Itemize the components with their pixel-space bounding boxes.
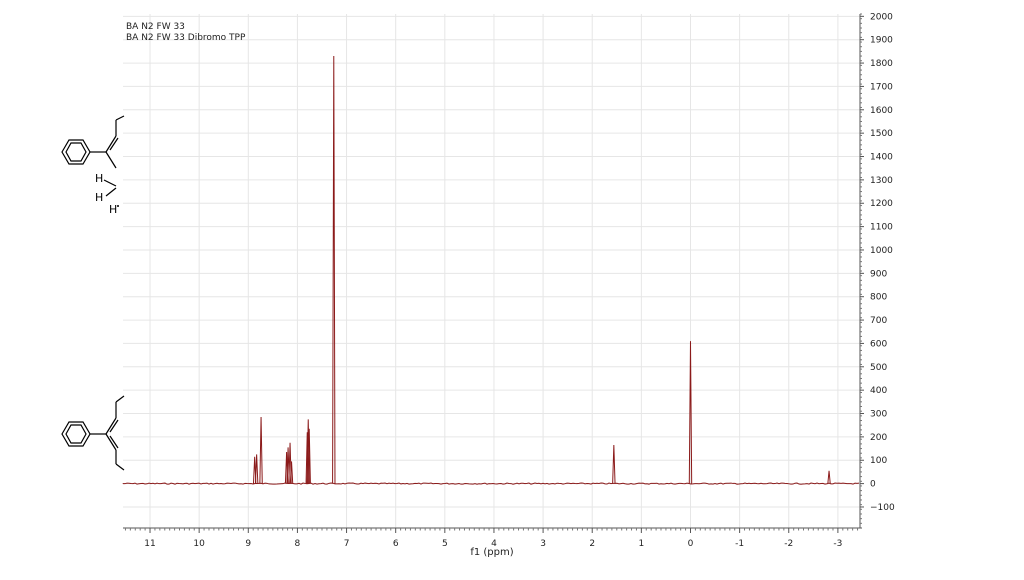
- y-tick-label-16: 1500: [870, 129, 893, 139]
- y-tick-label-6: 500: [870, 363, 887, 373]
- hydrogen-label-3: H: [109, 203, 117, 216]
- y-tick-label-0: −100: [870, 503, 895, 513]
- x-tick-label-12: -1: [735, 539, 744, 549]
- x-tick-label-11: 0: [688, 539, 694, 549]
- axes: [123, 14, 862, 529]
- molecule-structure-bottom: [61, 395, 125, 471]
- y-tick-label-15: 1400: [870, 153, 893, 163]
- radical-dot-icon: [117, 205, 119, 207]
- y-tick-label-20: 1900: [870, 36, 893, 46]
- y-tick-label-9: 800: [870, 293, 887, 303]
- y-tick-label-14: 1300: [870, 176, 893, 186]
- y-tick-label-3: 200: [870, 433, 887, 443]
- peak-11: [612, 445, 616, 484]
- y-tick-label-4: 300: [870, 410, 887, 420]
- y-tick-label-5: 400: [870, 386, 887, 396]
- x-tick-label-2: 9: [245, 539, 251, 549]
- x-tick-label-1: 10: [193, 539, 205, 549]
- peak-2: [259, 417, 263, 484]
- peak-10: [332, 56, 336, 484]
- x-tick-label-4: 7: [344, 539, 350, 549]
- y-axis-ticks: −100 0 100 200 300 400 500 600 700 800 900 1000 1100…: [860, 12, 895, 524]
- x-tick-label-3: 8: [295, 539, 301, 549]
- x-axis-label: f1 (ppm): [470, 547, 513, 558]
- y-tick-label-18: 1700: [870, 82, 893, 92]
- experiment-subtitle: BA N2 FW 33 Dibromo TPP: [126, 33, 246, 43]
- y-tick-label-11: 1000: [870, 246, 893, 256]
- x-axis-ticks: 11 10 9 8 7 6 5 4 3 2 1 0 -1 -2 -3: [124, 528, 859, 549]
- y-tick-label-17: 1600: [870, 106, 893, 116]
- x-tick-label-5: 6: [393, 539, 399, 549]
- y-tick-label-13: 1200: [870, 199, 893, 209]
- y-tick-label-8: 700: [870, 316, 887, 326]
- experiment-title: BA N2 FW 33: [126, 22, 185, 32]
- peak-lines: [252, 56, 831, 484]
- y-tick-label-21: 2000: [870, 12, 893, 22]
- x-tick-label-6: 5: [442, 539, 448, 549]
- molecule-structure-top: [61, 115, 125, 197]
- grid-lines: [123, 14, 860, 528]
- y-tick-label-2: 100: [870, 456, 887, 466]
- x-tick-label-10: 1: [638, 539, 644, 549]
- y-tick-label-10: 900: [870, 269, 887, 279]
- peak-13: [827, 470, 831, 484]
- x-tick-label-0: 11: [144, 539, 155, 549]
- hydrogen-label-2: H: [95, 191, 103, 204]
- nmr-spectrum-view: BA N2 FW 33 BA N2 FW 33 Dibromo TPP H H …: [0, 0, 1024, 576]
- x-tick-label-8: 3: [540, 539, 546, 549]
- x-tick-label-13: -2: [784, 539, 793, 549]
- y-tick-label-7: 600: [870, 339, 887, 349]
- x-tick-label-9: 2: [589, 539, 595, 549]
- y-tick-label-12: 1100: [870, 223, 893, 233]
- y-tick-label-19: 1800: [870, 59, 893, 69]
- y-tick-label-1: 0: [870, 480, 876, 490]
- peak-1: [254, 454, 259, 484]
- spectrum-chart: H H H 11 10 9 8 7 6 5 4 3 2 1 0 -1 -2 -3 −100010020030…: [61, 12, 895, 558]
- hydrogen-label-1: H: [95, 172, 103, 185]
- x-tick-label-14: -3: [833, 539, 842, 549]
